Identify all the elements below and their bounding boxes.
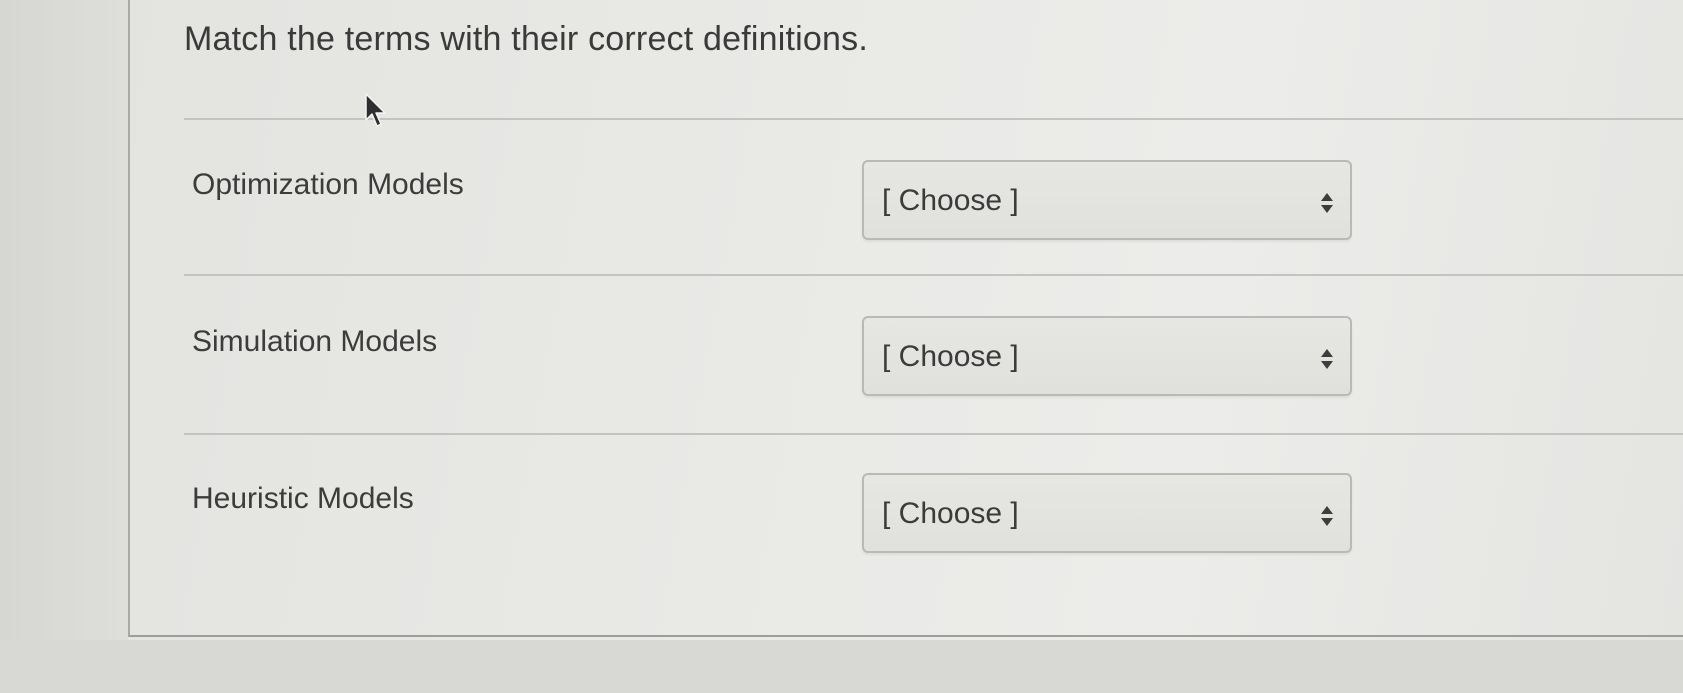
divider	[184, 433, 1683, 435]
select-value: [ Choose ]	[882, 184, 1019, 217]
answer-select-optimization-models[interactable]: [ Choose ]	[862, 160, 1352, 240]
answer-select-heuristic-models[interactable]: [ Choose ]	[862, 473, 1352, 553]
page-bottom-area	[0, 640, 1683, 693]
left-margin	[0, 0, 128, 693]
term-label-simulation-models: Simulation Models	[192, 325, 438, 358]
select-value: [ Choose ]	[882, 497, 1019, 530]
divider	[184, 274, 1683, 276]
updown-arrows-icon	[1321, 349, 1333, 369]
select-value: [ Choose ]	[882, 340, 1019, 373]
quiz-page: Match the terms with their correct defin…	[0, 0, 1683, 693]
question-prompt: Match the terms with their correct defin…	[184, 20, 868, 58]
term-label-heuristic-models: Heuristic Models	[192, 482, 414, 515]
updown-arrows-icon	[1321, 506, 1333, 526]
updown-arrows-icon	[1321, 193, 1333, 213]
term-label-optimization-models: Optimization Models	[192, 168, 464, 201]
divider	[184, 118, 1683, 120]
mouse-cursor-icon	[365, 93, 386, 127]
answer-select-simulation-models[interactable]: [ Choose ]	[862, 316, 1352, 396]
